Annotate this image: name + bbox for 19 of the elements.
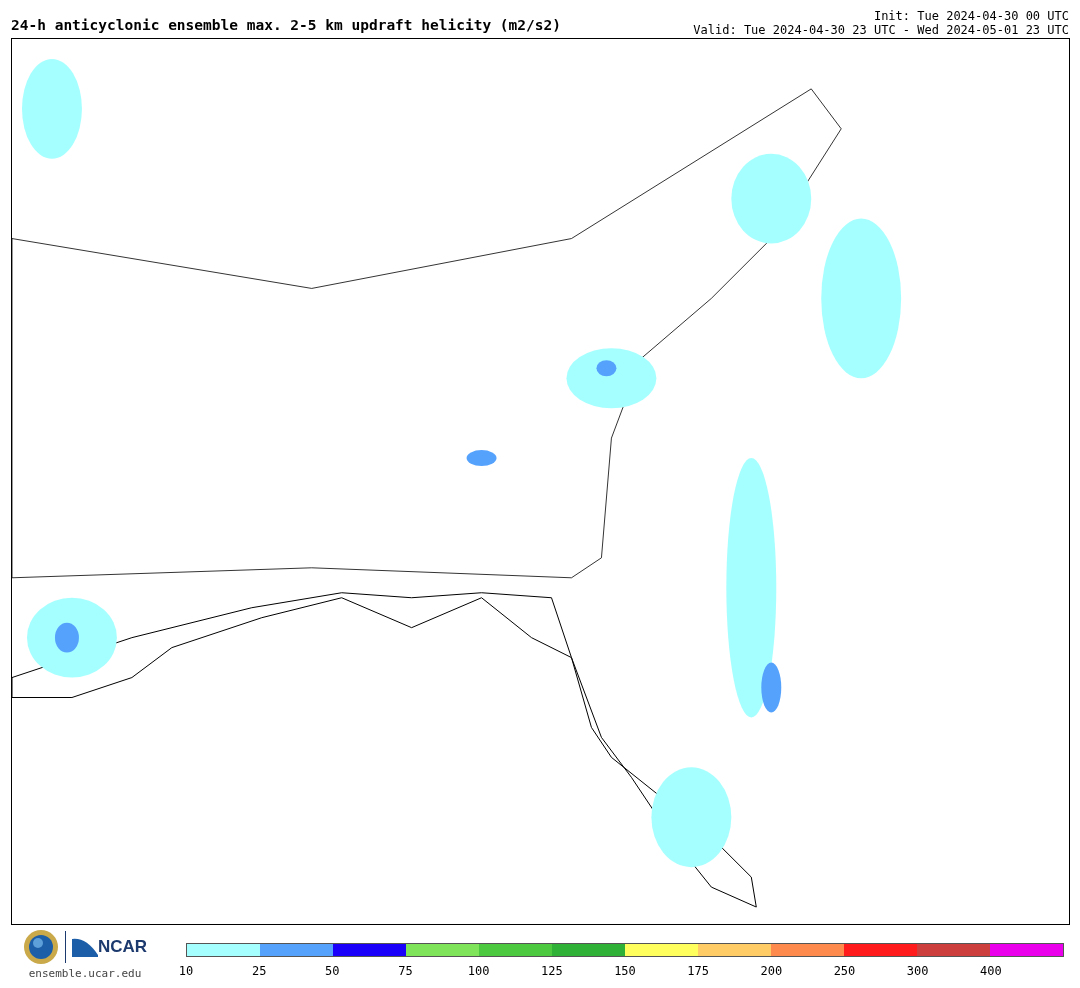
website-url: ensemble.ucar.edu bbox=[28, 967, 142, 980]
tick-label: 150 bbox=[614, 964, 636, 978]
chart-title: 24-h anticyclonic ensemble max. 2-5 km updraft helicity (m2/s2) bbox=[11, 17, 561, 35]
tick-label: 25 bbox=[251, 964, 267, 978]
tick-label: 50 bbox=[325, 964, 340, 978]
tick-label: 100 bbox=[467, 964, 490, 978]
tick-label: 400 bbox=[980, 964, 1002, 978]
tick-label: 10 bbox=[178, 964, 194, 978]
tick-label: 200 bbox=[760, 964, 783, 978]
valid-time: Valid: Tue 2024-04-30 23 UTC - Wed 2024-05-01 23 UTC bbox=[693, 23, 1069, 37]
tick-label: 75 bbox=[398, 964, 413, 978]
tick-label: 300 bbox=[906, 964, 929, 978]
org-name: NCAR bbox=[97, 937, 148, 957]
tick-label: 125 bbox=[541, 964, 563, 978]
tick-label: 175 bbox=[687, 964, 709, 978]
init-time: Init: Tue 2024-04-30 00 UTC bbox=[873, 9, 1069, 23]
seal-icon bbox=[22, 929, 59, 965]
tick-label: 250 bbox=[833, 964, 856, 978]
wedge-icon bbox=[71, 937, 98, 957]
